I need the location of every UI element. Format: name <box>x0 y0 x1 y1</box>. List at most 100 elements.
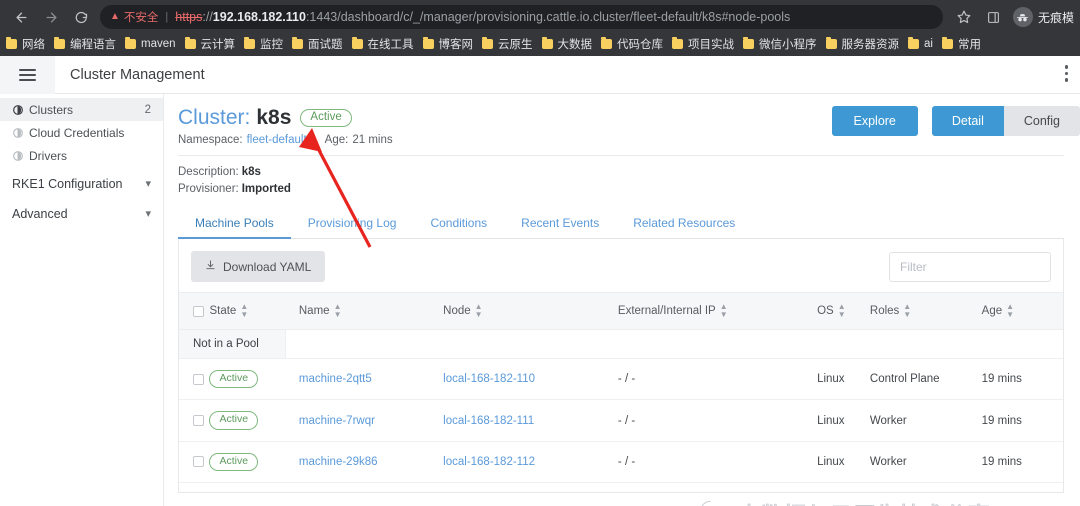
bookmark-item[interactable]: maven <box>125 37 176 50</box>
browser-chrome: ▲ 不安全 | https://192.168.182.110:1443/das… <box>0 0 1080 56</box>
filter-box[interactable] <box>889 251 1051 282</box>
download-yaml-button[interactable]: Download YAML <box>191 251 326 283</box>
description-row: Description: k8s <box>178 164 1080 181</box>
bookmark-item[interactable]: 服务器资源 <box>825 36 900 52</box>
node-link[interactable]: local-168-182-110 <box>443 373 535 385</box>
bookmark-item[interactable]: 云计算 <box>184 36 235 52</box>
tab-related-resources[interactable]: Related Resources <box>616 210 752 239</box>
sidebar-group-label: Advanced <box>12 207 68 221</box>
sidebar-group-advanced[interactable]: Advanced ▾ <box>0 201 163 227</box>
node-link[interactable]: local-168-182-111 <box>443 415 534 427</box>
bookmark-item[interactable]: 大数据 <box>541 36 592 52</box>
bookmark-item[interactable]: 项目实战 <box>672 36 734 52</box>
sort-icon: ▲ ▼ <box>719 302 728 320</box>
insecure-warning-icon: ▲ <box>110 11 120 22</box>
machine-link[interactable]: machine-7rwqr <box>299 415 375 427</box>
column-header-roles[interactable]: Roles ▲ ▼ <box>869 292 982 331</box>
table-header-row: State ▲ ▼ Name ▲ ▼ Node ▲ ▼ External/Internal … <box>179 292 1063 331</box>
cluster-title-row: Cluster: k8s Active Explore Detail Confi… <box>178 106 1080 136</box>
tab-conditions[interactable]: Conditions <box>413 210 504 239</box>
machine-link[interactable]: machine-29k86 <box>299 456 378 468</box>
folder-icon <box>422 37 434 49</box>
row-select-cell[interactable] <box>179 399 210 442</box>
filter-input[interactable] <box>900 259 1040 274</box>
bookmark-item[interactable]: 博客网 <box>422 36 474 52</box>
bookmark-item[interactable]: ai <box>908 37 933 50</box>
divider-top <box>178 155 1064 156</box>
sidebar-group-rke1-configuration[interactable]: RKE1 Configuration ▾ <box>0 171 163 197</box>
row-checkbox[interactable] <box>193 415 204 426</box>
star-icon[interactable] <box>952 5 976 29</box>
row-checkbox[interactable] <box>193 373 204 385</box>
cell-node: local-168-182-110 <box>443 358 618 401</box>
sidebar-item-cloud-credentials[interactable]: Cloud Credentials <box>0 121 163 144</box>
select-all-checkbox[interactable] <box>193 305 204 317</box>
back-arrow-icon[interactable] <box>8 4 34 30</box>
row-select-cell[interactable] <box>179 441 210 483</box>
tab-label: Conditions <box>430 216 488 231</box>
sidebar-item-drivers[interactable]: Drivers <box>0 144 163 167</box>
bookmark-item[interactable]: 编程语言 <box>54 36 116 52</box>
state-badge: Active <box>209 370 259 389</box>
bookmark-item[interactable]: 网络 <box>6 36 45 52</box>
browser-nav-row: ▲ 不安全 | https://192.168.182.110:1443/das… <box>0 0 1080 32</box>
bookmark-item[interactable]: 常用 <box>941 36 981 52</box>
namespace-value[interactable]: fleet-default <box>247 134 307 146</box>
folder-icon <box>908 37 920 49</box>
more-vertical-icon[interactable] <box>1064 65 1068 82</box>
folder-icon <box>351 37 363 49</box>
side-panel-icon[interactable] <box>982 5 1006 29</box>
bookmark-label: 服务器资源 <box>841 39 900 51</box>
provisioner-label: Provisioner: <box>178 182 239 195</box>
cell-roles: Worker <box>869 399 982 442</box>
tab-provisioning-log[interactable]: Provisioning Log <box>291 210 414 239</box>
column-header-state[interactable]: State ▲ ▼ <box>209 292 299 331</box>
sort-icon: ▲ ▼ <box>1006 302 1015 320</box>
table-row[interactable]: Active machine-29k86 local-168-182-112 - / … <box>179 441 1063 483</box>
bookmark-label: 面试题 <box>308 39 343 51</box>
table-toolbar: Download YAML <box>179 239 1063 292</box>
address-bar[interactable]: ▲ 不安全 | https://192.168.182.110:1443/das… <box>100 5 943 29</box>
column-label-roles: Roles <box>869 305 900 318</box>
folder-icon <box>244 37 256 49</box>
tab-machine-pools[interactable]: Machine Pools <box>178 210 291 240</box>
sort-icon: ▲ ▼ <box>837 302 846 320</box>
bookmark-item[interactable]: 代码仓库 <box>601 36 663 52</box>
table-head: State ▲ ▼ Name ▲ ▼ Node ▲ ▼ External/Internal … <box>179 292 1063 331</box>
forward-arrow-icon[interactable] <box>38 4 64 30</box>
config-button[interactable]: Config <box>1003 106 1080 136</box>
explore-button[interactable]: Explore <box>831 106 918 136</box>
hamburger-icon[interactable] <box>0 55 55 94</box>
table-body: Not in a Pool Active machine-2qtt5 local-16… <box>179 329 1063 483</box>
cell-name: machine-2qtt5 <box>298 358 444 401</box>
column-header-name[interactable]: Name ▲ ▼ <box>298 292 444 331</box>
reload-icon[interactable] <box>68 4 94 30</box>
bookmark-label: 博客网 <box>438 39 474 51</box>
bookmark-item[interactable]: 微信小程序 <box>743 36 817 52</box>
table-row[interactable]: Active machine-7rwqr local-168-182-111 - / … <box>179 399 1063 442</box>
sidebar-item-count: 2 <box>144 103 151 116</box>
incognito-indicator[interactable]: 无痕模 <box>1012 7 1074 27</box>
select-all-header[interactable] <box>179 292 210 331</box>
column-header-age[interactable]: Age ▲ ▼ <box>981 292 1063 331</box>
machine-link[interactable]: machine-2qtt5 <box>299 373 372 385</box>
sidebar-item-clusters[interactable]: Clusters 2 <box>0 98 163 121</box>
bookmark-item[interactable]: 监控 <box>244 36 283 52</box>
bookmark-item[interactable]: 在线工具 <box>351 36 414 52</box>
row-checkbox[interactable] <box>193 456 204 468</box>
bookmark-item[interactable]: 云原生 <box>482 36 533 52</box>
bookmark-item[interactable]: 面试题 <box>292 36 343 52</box>
column-header-os[interactable]: OS ▲ ▼ <box>817 292 870 331</box>
tab-recent-events[interactable]: Recent Events <box>504 210 616 239</box>
cluster-name: k8s <box>256 106 292 129</box>
column-header-ip[interactable]: External/Internal IP ▲ ▼ <box>617 292 818 331</box>
sidebar-item-label: Clusters <box>29 102 74 117</box>
tab-label: Related Resources <box>633 216 736 231</box>
cell-os: Linux <box>817 399 870 442</box>
column-header-node[interactable]: Node ▲ ▼ <box>443 292 618 331</box>
group-label: Not in a Pool <box>179 330 286 359</box>
node-link[interactable]: local-168-182-112 <box>443 456 535 468</box>
row-select-cell[interactable] <box>179 358 210 401</box>
table-row[interactable]: Active machine-2qtt5 local-168-182-110 - / … <box>179 358 1063 401</box>
detail-button[interactable]: Detail <box>931 106 1004 136</box>
